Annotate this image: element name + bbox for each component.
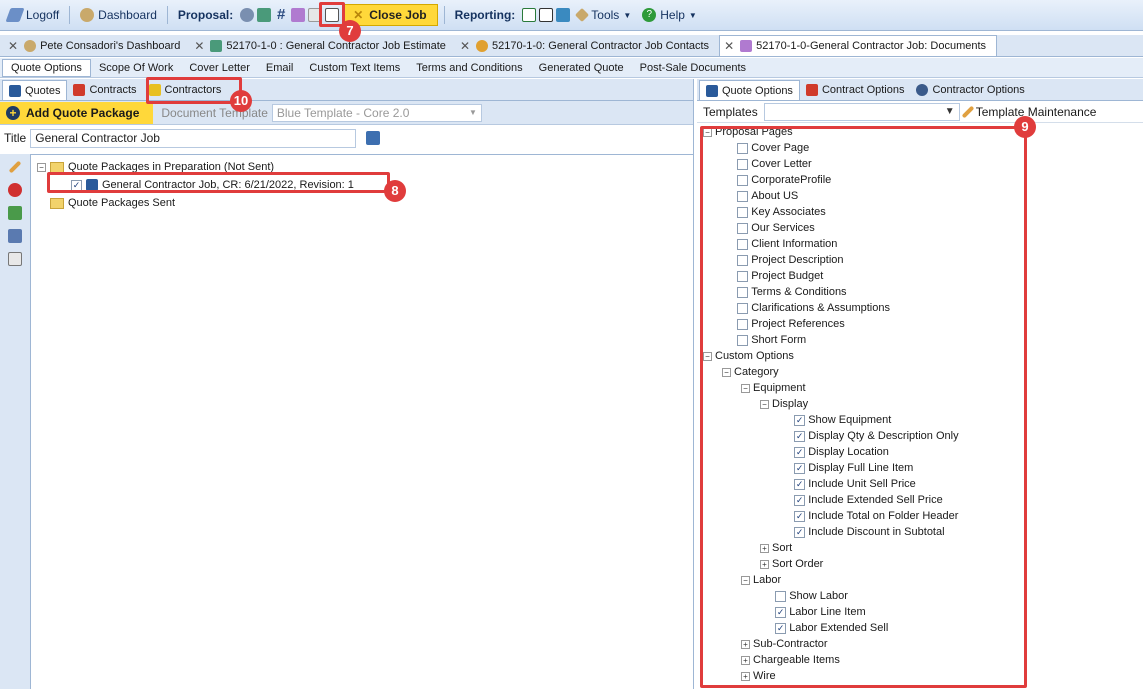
subtab-post-sale-documents[interactable]: Post-Sale Documents bbox=[632, 60, 754, 76]
chevron-down-icon: ▼ bbox=[688, 10, 697, 20]
proposal-label: Proposal: bbox=[177, 8, 234, 22]
tab-job-estimate[interactable]: ✕ 52170-1-0 : General Contractor Job Esti… bbox=[190, 35, 456, 56]
templates-select[interactable]: ▼ bbox=[763, 102, 960, 121]
vertical-toolbar bbox=[0, 154, 31, 689]
title-row: Title bbox=[0, 125, 693, 151]
tab-quote-options[interactable]: Quote Options bbox=[699, 80, 800, 100]
pdf-icon bbox=[805, 84, 818, 96]
subtab-quote-options[interactable]: Quote Options bbox=[2, 58, 91, 77]
pencil-icon bbox=[961, 105, 975, 118]
tab-contracts[interactable]: Contracts bbox=[67, 80, 142, 100]
chevron-down-icon: ▼ bbox=[944, 106, 955, 117]
subtab-generated-quote[interactable]: Generated Quote bbox=[531, 60, 632, 76]
send-icon[interactable] bbox=[8, 206, 22, 220]
delete-icon[interactable] bbox=[8, 183, 22, 197]
main-toolbar: Logoff Dashboard Proposal: # ✕ Close Job … bbox=[0, 0, 1143, 31]
toolbar-divider bbox=[443, 6, 445, 24]
callout-package-row bbox=[47, 172, 390, 193]
help-menu[interactable]: ? Help ▼ bbox=[638, 6, 701, 24]
subtab-cover-letter[interactable]: Cover Letter bbox=[181, 60, 258, 76]
pdf-icon bbox=[73, 84, 86, 96]
collapse-icon[interactable]: − bbox=[37, 162, 46, 172]
subtab-terms-and-conditions[interactable]: Terms and Conditions bbox=[408, 60, 530, 76]
tab-quotes[interactable]: Quotes bbox=[2, 80, 68, 100]
quote-packages-pane: Quotes Contracts Contractors + Add Quote … bbox=[0, 79, 694, 689]
callout-badge: 7 bbox=[339, 20, 361, 42]
tab-contract-options[interactable]: Contract Options bbox=[800, 80, 911, 100]
folder-icon bbox=[50, 197, 64, 209]
hash-icon[interactable]: # bbox=[274, 7, 288, 22]
toolbar-divider bbox=[69, 6, 71, 24]
close-tab-icon[interactable]: ✕ bbox=[8, 39, 18, 53]
contractor-icon bbox=[916, 84, 929, 96]
dashboard-report-icon[interactable] bbox=[556, 8, 571, 22]
folder-icon bbox=[50, 161, 64, 173]
edit-icon[interactable] bbox=[8, 160, 22, 174]
document-template-select[interactable]: Blue Template - Core 2.0 ▼ bbox=[271, 103, 482, 122]
add-icon: + bbox=[6, 105, 20, 120]
chart-line-icon[interactable] bbox=[539, 8, 554, 22]
right-pane-tabs: Quote Options Contract Options Contracto… bbox=[697, 79, 1143, 101]
quote-package-tree: − Quote Packages in Preparation (Not Sent… bbox=[31, 154, 693, 689]
contacts-icon bbox=[476, 39, 488, 52]
chevron-down-icon: ▼ bbox=[623, 10, 632, 20]
subtab-scope-of-work[interactable]: Scope Of Work bbox=[91, 60, 181, 76]
callout-options-tree bbox=[700, 126, 1027, 688]
copy-icon[interactable] bbox=[8, 229, 22, 243]
logoff-icon bbox=[5, 8, 25, 22]
subtab-email[interactable]: Email bbox=[258, 60, 302, 76]
document-sub-tabs: Quote Options Scope Of Work Cover Letter… bbox=[0, 58, 1143, 78]
close-tab-icon[interactable]: ✕ bbox=[460, 39, 470, 53]
tools-icon bbox=[575, 7, 590, 23]
dashboard-icon bbox=[24, 39, 37, 52]
tab-job-contacts[interactable]: ✕ 52170-1-0: General Contractor Job Conta… bbox=[456, 35, 719, 56]
chevron-down-icon: ▼ bbox=[468, 108, 477, 117]
tab-job-documents[interactable]: ✕ 52170-1-0-General Contractor Job: Docum… bbox=[719, 35, 998, 56]
callout-contractors-tab bbox=[146, 77, 242, 104]
templates-label: Templates bbox=[703, 104, 758, 119]
contacts-icon[interactable] bbox=[240, 8, 255, 22]
tree-node-sent[interactable]: Quote Packages Sent bbox=[37, 194, 687, 212]
document-template-label: Document Template bbox=[161, 105, 268, 120]
add-quote-package-button[interactable]: + Add Quote Package bbox=[0, 101, 154, 124]
help-icon: ? bbox=[642, 8, 657, 22]
documents-icon[interactable] bbox=[291, 8, 306, 22]
wrench-icon bbox=[210, 39, 223, 52]
close-tab-icon[interactable]: ✕ bbox=[194, 39, 204, 53]
close-tab-icon[interactable]: ✕ bbox=[724, 39, 734, 53]
wrench-icon[interactable] bbox=[257, 8, 272, 22]
sign-icon[interactable] bbox=[8, 252, 22, 266]
logoff-button[interactable]: Logoff bbox=[4, 6, 63, 24]
toolbar-divider bbox=[166, 6, 168, 24]
callout-badge: 8 bbox=[384, 180, 406, 202]
save-icon[interactable] bbox=[366, 131, 381, 145]
dashboard-button[interactable]: Dashboard bbox=[76, 6, 161, 24]
dashboard-icon bbox=[80, 8, 95, 22]
left-pane-tabs: Quotes Contracts Contractors bbox=[0, 79, 693, 101]
title-input[interactable] bbox=[30, 128, 357, 148]
quotes-icon bbox=[706, 84, 718, 97]
close-icon: ✕ bbox=[353, 8, 364, 22]
subtab-custom-text-items[interactable]: Custom Text Items bbox=[301, 60, 408, 76]
callout-badge: 10 bbox=[230, 90, 252, 112]
document-tabs: ✕ Pete Consadori's Dashboard ✕ 52170-1-0 :… bbox=[0, 35, 1143, 57]
tab-contractor-options[interactable]: Contractor Options bbox=[910, 80, 1030, 100]
quote-package-bar: + Add Quote Package Document Template Blu… bbox=[0, 101, 693, 125]
templates-bar: Templates ▼ Template Maintenance bbox=[697, 101, 1143, 123]
documents-icon bbox=[740, 40, 753, 52]
reporting-label: Reporting: bbox=[454, 8, 516, 22]
left-body: − Quote Packages in Preparation (Not Sent… bbox=[0, 154, 693, 689]
template-maintenance-link[interactable]: Template Maintenance bbox=[976, 105, 1097, 119]
tab-dashboard[interactable]: ✕ Pete Consadori's Dashboard bbox=[4, 35, 190, 56]
tools-menu[interactable]: Tools ▼ bbox=[573, 6, 635, 24]
chart-icon[interactable] bbox=[522, 8, 537, 22]
quotes-icon bbox=[9, 84, 21, 97]
title-label: Title bbox=[4, 131, 27, 145]
callout-badge: 9 bbox=[1014, 116, 1036, 138]
